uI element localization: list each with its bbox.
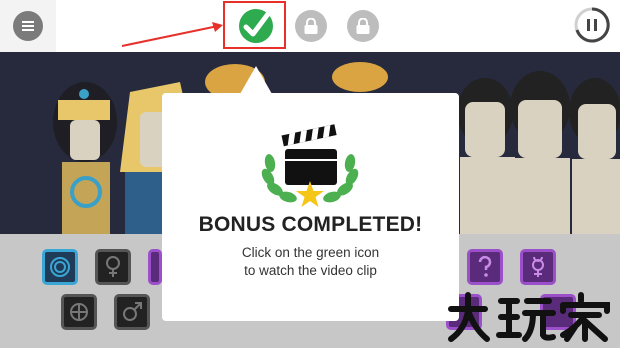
sound-icon-slot[interactable] xyxy=(520,249,556,285)
character-left xyxy=(53,82,117,234)
pause-icon xyxy=(574,7,610,43)
watermark-logo xyxy=(448,292,610,342)
male-symbol-icon xyxy=(123,302,142,321)
sound-icon-slot[interactable] xyxy=(467,249,503,285)
question-icon xyxy=(478,255,492,277)
character-right-1 xyxy=(457,78,515,234)
menu-area xyxy=(0,0,56,52)
female-symbol-icon xyxy=(106,256,120,277)
pause-button[interactable] xyxy=(574,7,610,43)
target-icon xyxy=(50,257,70,277)
character-right-2 xyxy=(510,71,570,234)
sound-icon-slot[interactable] xyxy=(95,249,131,285)
mercury-symbol-icon xyxy=(532,256,544,277)
lock-icon xyxy=(356,18,370,34)
green-check-icon xyxy=(239,9,273,43)
lock-icon xyxy=(304,18,318,34)
bonus-completed-dialog: BONUS COMPLETED! Click on the green icon… xyxy=(162,93,459,321)
locked-bonus-button-1[interactable] xyxy=(295,10,327,42)
clapperboard-icon xyxy=(261,124,359,207)
dialog-message-line-1: Click on the green icon xyxy=(241,245,380,260)
sound-icon-slot[interactable] xyxy=(42,249,78,285)
locked-bonus-button-2[interactable] xyxy=(347,10,379,42)
sound-icon-slot[interactable] xyxy=(114,294,150,330)
bonus-video-button[interactable] xyxy=(235,6,277,44)
hamburger-icon xyxy=(22,21,34,31)
dialog-message: Click on the green icon to watch the vid… xyxy=(162,244,459,280)
dialog-message-line-2: to watch the video clip xyxy=(244,263,377,278)
annotation-arrow xyxy=(121,22,223,47)
modal-pointer xyxy=(240,66,272,94)
character-right-3 xyxy=(569,78,620,234)
dialog-title: BONUS COMPLETED! xyxy=(198,213,423,236)
crosshair-icon xyxy=(70,303,88,321)
sound-icon-slot[interactable] xyxy=(148,249,162,285)
menu-button[interactable] xyxy=(13,11,43,41)
top-bar xyxy=(0,0,620,52)
sound-icon-slot[interactable] xyxy=(61,294,97,330)
